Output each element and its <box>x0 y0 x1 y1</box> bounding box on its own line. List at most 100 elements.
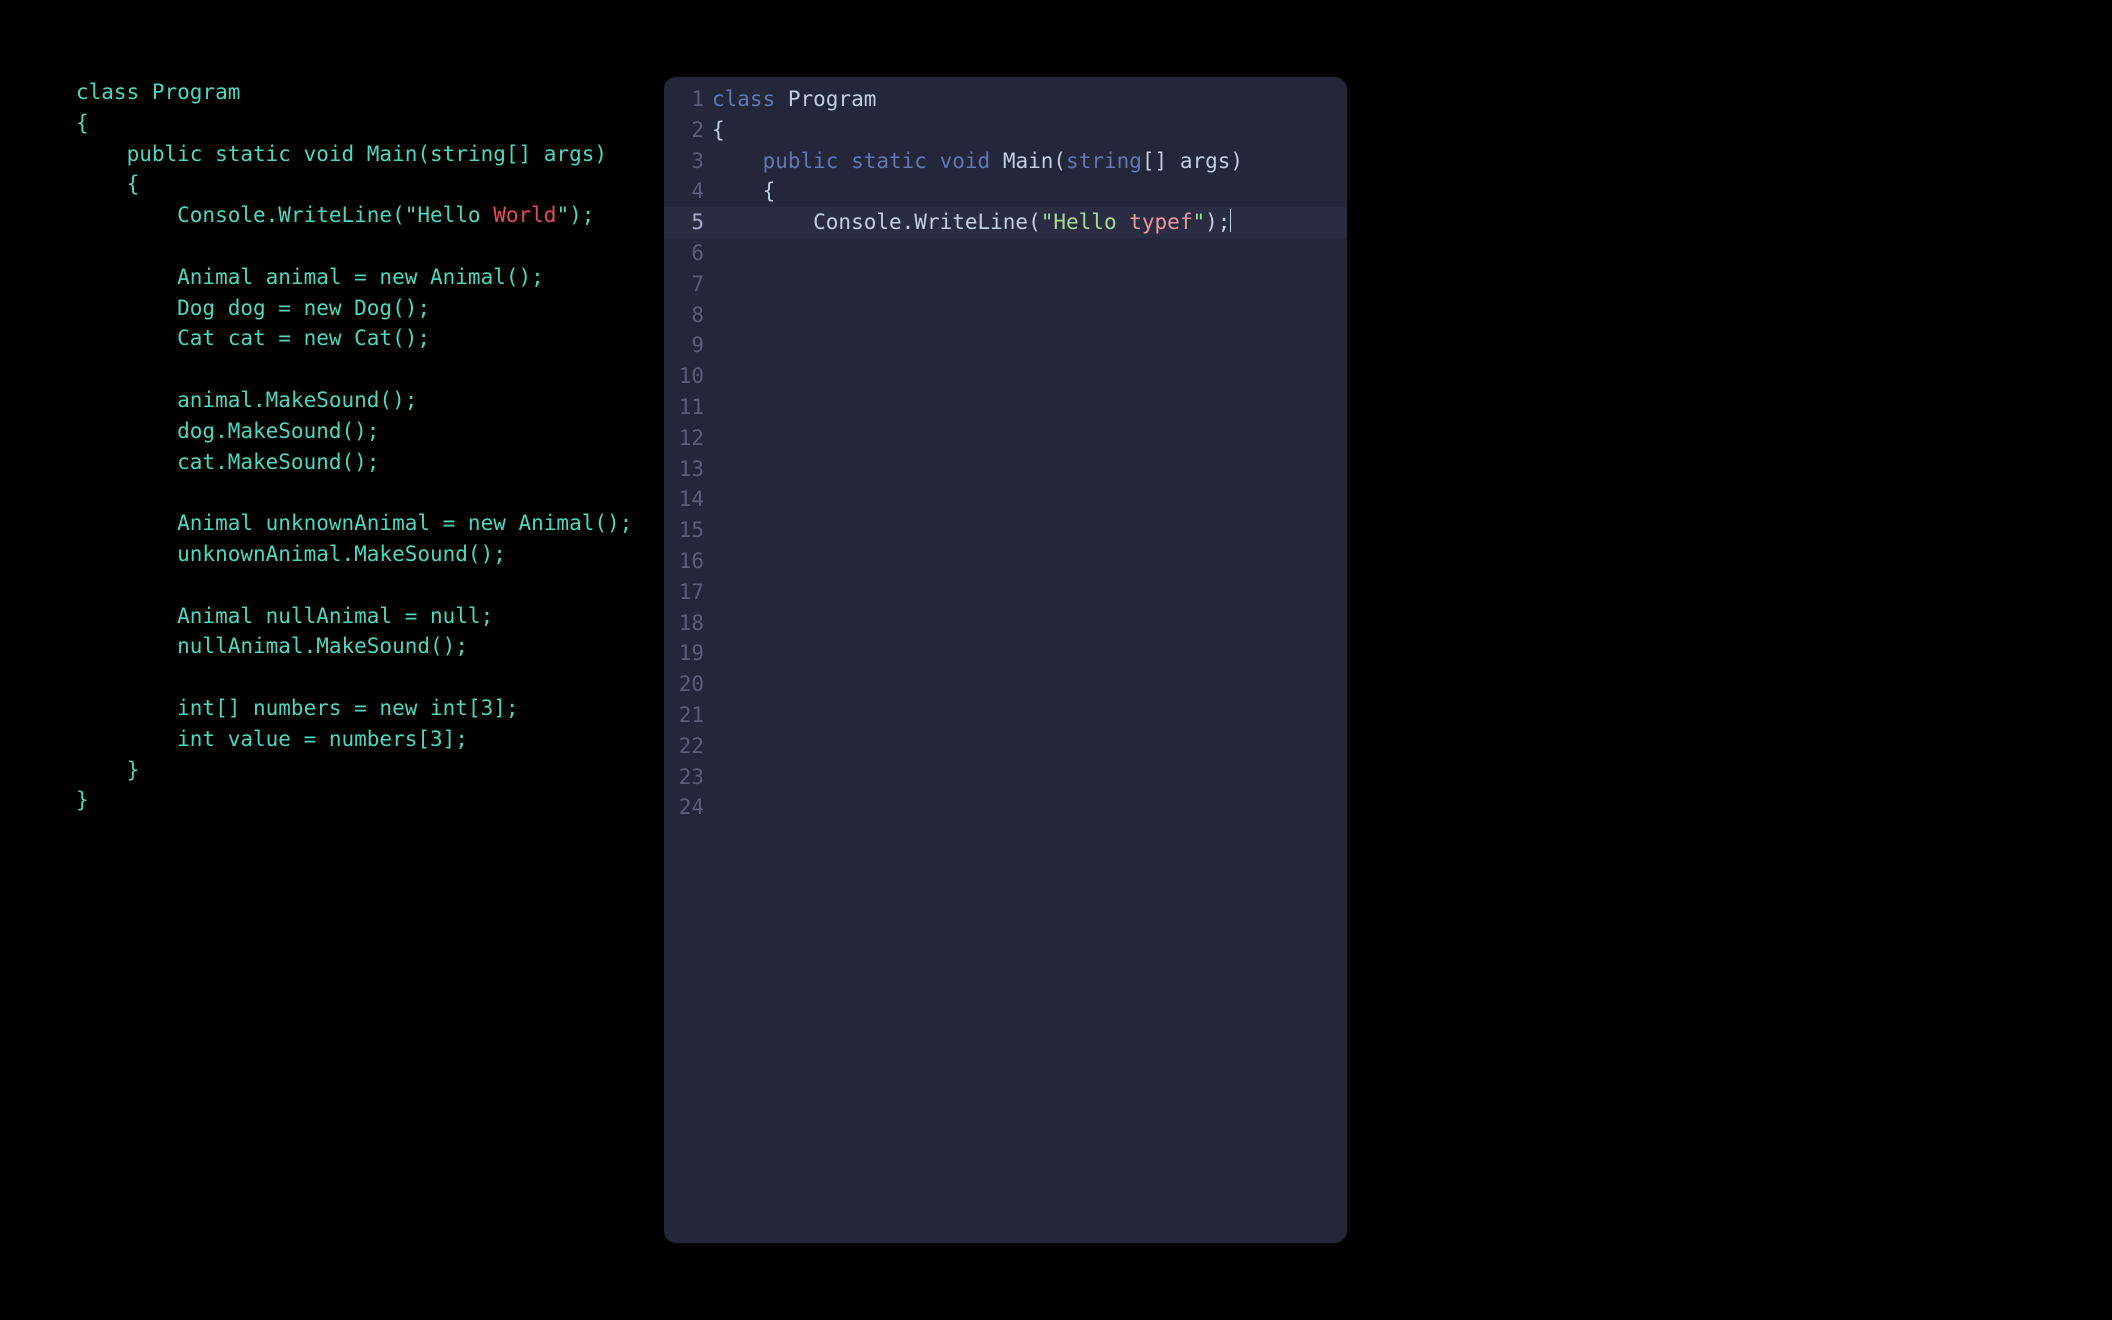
code-line: class Program <box>76 77 646 108</box>
right-editor-pane[interactable]: 1class Program2{3 public static void Mai… <box>664 77 1347 1243</box>
line-number: 16 <box>664 546 712 577</box>
line-number: 22 <box>664 731 712 762</box>
editor-line[interactable]: 6 <box>664 238 1347 269</box>
line-number: 4 <box>664 176 712 207</box>
editor-line[interactable]: 15 <box>664 515 1347 546</box>
code-token: } <box>76 758 139 782</box>
code-token: { <box>712 118 725 142</box>
line-number: 7 <box>664 269 712 300</box>
line-number: 20 <box>664 669 712 700</box>
editor-line[interactable]: 21 <box>664 700 1347 731</box>
line-number: 24 <box>664 792 712 823</box>
code-line: Console.WriteLine("Hello World"); <box>76 200 646 231</box>
code-token: class Program <box>76 80 240 104</box>
code-token: typef <box>1129 210 1192 234</box>
code-line <box>76 354 646 385</box>
code-token: animal.MakeSound(); <box>76 388 417 412</box>
code-token: int value = numbers[3]; <box>76 727 468 751</box>
line-number: 6 <box>664 238 712 269</box>
editor-line[interactable]: 11 <box>664 392 1347 423</box>
editor-line[interactable]: 2{ <box>664 115 1347 146</box>
line-number: 17 <box>664 577 712 608</box>
code-token: Main( <box>990 149 1066 173</box>
line-number: 9 <box>664 330 712 361</box>
code-token: Animal unknownAnimal = new Animal(); <box>76 511 632 535</box>
code-token: public <box>763 149 839 173</box>
code-token: Cat cat = new Cat(); <box>76 326 430 350</box>
code-token <box>838 149 851 173</box>
line-number: 13 <box>664 454 712 485</box>
code-line <box>76 231 646 262</box>
code-token: unknownAnimal.MakeSound(); <box>76 542 506 566</box>
code-token: ); <box>1205 210 1230 234</box>
code-token: { <box>76 111 89 135</box>
editor-line[interactable]: 23 <box>664 762 1347 793</box>
editor-line[interactable]: 5 Console.WriteLine("Hello typef"); <box>664 207 1347 238</box>
line-content[interactable]: class Program <box>712 84 1347 115</box>
code-token: class <box>712 87 775 111</box>
code-token: Animal animal = new Animal(); <box>76 265 544 289</box>
code-token: "); <box>556 203 594 227</box>
line-number: 8 <box>664 300 712 331</box>
code-token: { <box>76 172 139 196</box>
line-number: 15 <box>664 515 712 546</box>
editor-line[interactable]: 16 <box>664 546 1347 577</box>
code-line: Cat cat = new Cat(); <box>76 323 646 354</box>
editor-line[interactable]: 14 <box>664 484 1347 515</box>
code-token: public static void Main(string[] args) <box>76 142 607 166</box>
code-line: unknownAnimal.MakeSound(); <box>76 539 646 570</box>
editor-line[interactable]: 24 <box>664 792 1347 823</box>
editor-line[interactable]: 18 <box>664 608 1347 639</box>
code-line: Animal unknownAnimal = new Animal(); <box>76 508 646 539</box>
code-line <box>76 662 646 693</box>
code-token: { <box>712 179 775 203</box>
code-line: cat.MakeSound(); <box>76 447 646 478</box>
line-number: 12 <box>664 423 712 454</box>
code-line: dog.MakeSound(); <box>76 416 646 447</box>
editor-line[interactable]: 7 <box>664 269 1347 300</box>
editor-line[interactable]: 8 <box>664 300 1347 331</box>
code-token: nullAnimal.MakeSound(); <box>76 634 468 658</box>
text-cursor <box>1230 209 1231 232</box>
code-token: [] args) <box>1142 149 1243 173</box>
line-number: 10 <box>664 361 712 392</box>
editor-line[interactable]: 22 <box>664 731 1347 762</box>
editor-line[interactable]: 3 public static void Main(string[] args) <box>664 146 1347 177</box>
editor-line[interactable]: 19 <box>664 638 1347 669</box>
code-token: " <box>1192 210 1205 234</box>
code-token: dog.MakeSound(); <box>76 419 379 443</box>
left-code-pane: class Program { public static void Main(s… <box>76 77 646 1243</box>
code-token: Animal nullAnimal = null; <box>76 604 493 628</box>
editor-line[interactable]: 17 <box>664 577 1347 608</box>
editor-line[interactable]: 9 <box>664 330 1347 361</box>
line-content[interactable]: public static void Main(string[] args) <box>712 146 1347 177</box>
line-number: 11 <box>664 392 712 423</box>
code-line: } <box>76 755 646 786</box>
code-line: { <box>76 169 646 200</box>
editor-line[interactable]: 12 <box>664 423 1347 454</box>
code-line: animal.MakeSound(); <box>76 385 646 416</box>
code-token: "Hello <box>1041 210 1130 234</box>
line-number: 3 <box>664 146 712 177</box>
line-number: 19 <box>664 638 712 669</box>
code-token: } <box>76 788 89 812</box>
line-content[interactable]: Console.WriteLine("Hello typef"); <box>712 207 1347 238</box>
editor-line[interactable]: 20 <box>664 669 1347 700</box>
line-content[interactable]: { <box>712 176 1347 207</box>
line-number: 21 <box>664 700 712 731</box>
editor-line[interactable]: 10 <box>664 361 1347 392</box>
code-line: } <box>76 785 646 816</box>
editor-line[interactable]: 13 <box>664 454 1347 485</box>
code-token <box>927 149 940 173</box>
line-number: 23 <box>664 762 712 793</box>
line-content[interactable]: { <box>712 115 1347 146</box>
editor-line[interactable]: 1class Program <box>664 84 1347 115</box>
code-line: Dog dog = new Dog(); <box>76 293 646 324</box>
code-line: Animal animal = new Animal(); <box>76 262 646 293</box>
code-line: Animal nullAnimal = null; <box>76 601 646 632</box>
code-token: Program <box>775 87 876 111</box>
code-line: int value = numbers[3]; <box>76 724 646 755</box>
code-token: void <box>940 149 991 173</box>
code-token: string <box>1066 149 1142 173</box>
editor-line[interactable]: 4 { <box>664 176 1347 207</box>
